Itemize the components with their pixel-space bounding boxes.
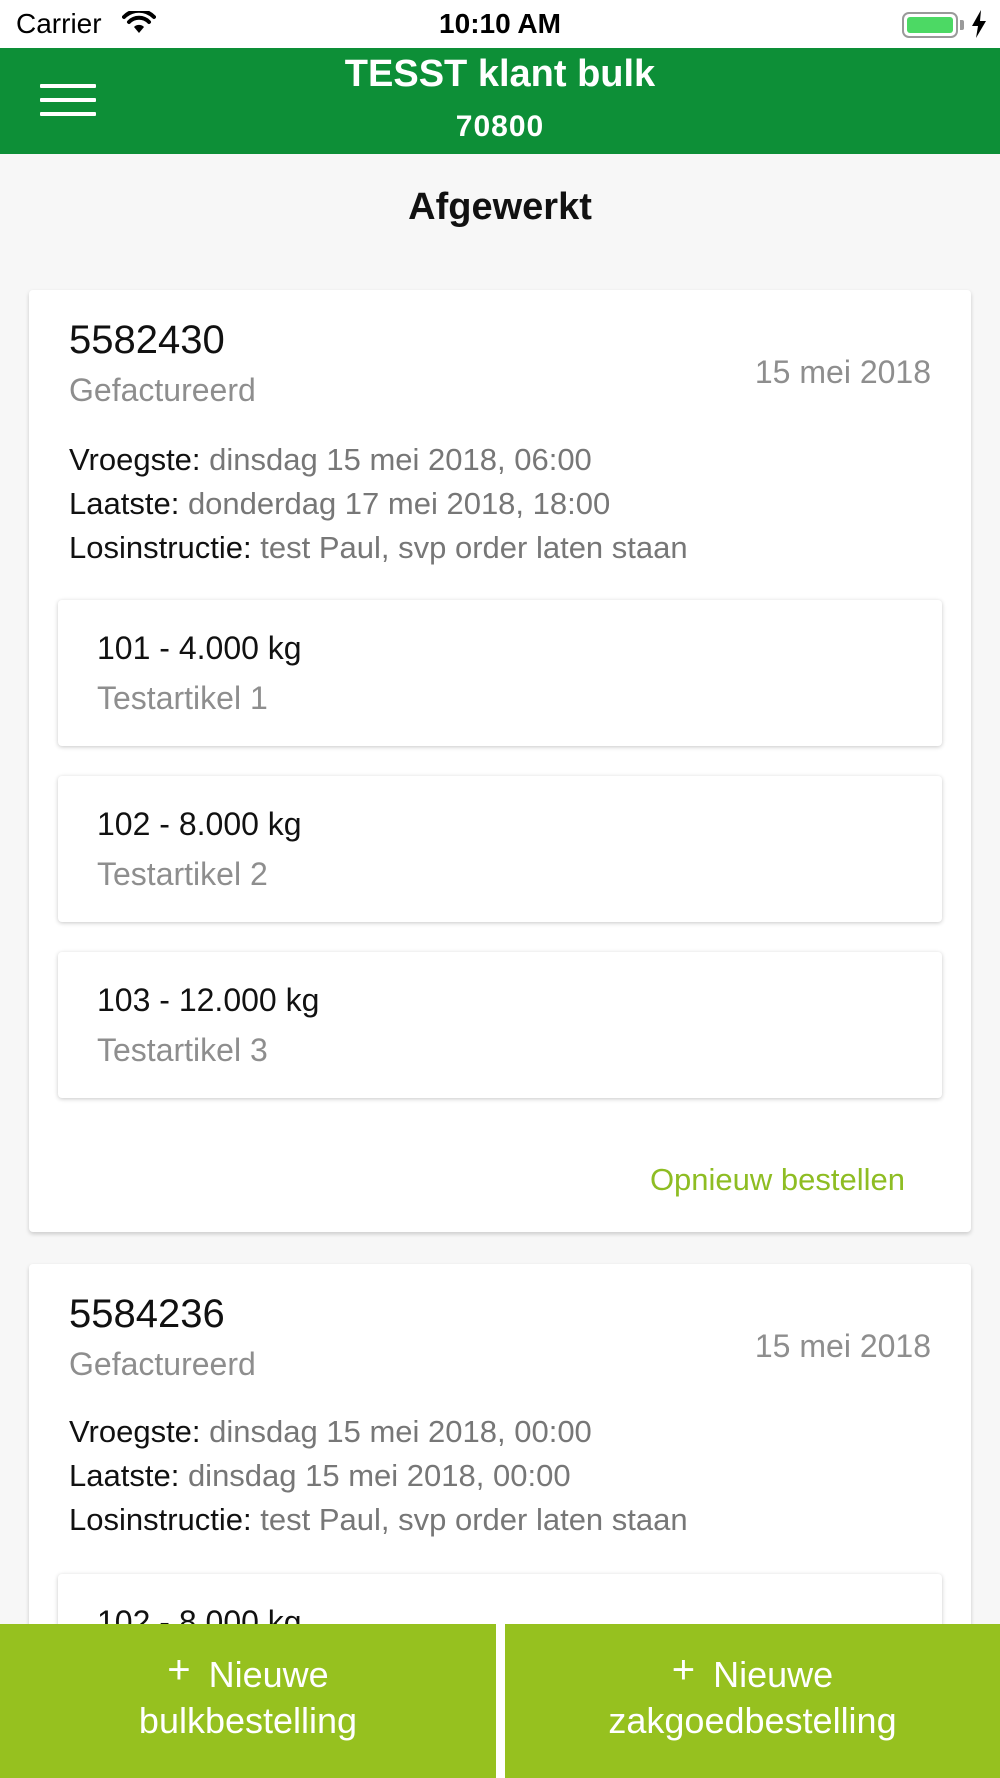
order-date: 15 mei 2018 — [754, 1328, 931, 1364]
app-header: TESST klant bulk 70800 — [0, 48, 1000, 154]
item-title: 103 - 12.000 kg — [97, 982, 320, 1018]
order-number: 5582430 — [69, 318, 225, 362]
item-name: Testartikel 2 — [97, 856, 268, 892]
order-card: 5582430 Gefactureerd 15 mei 2018 Vroegst… — [29, 290, 971, 1232]
earliest-value: dinsdag 15 mei 2018, 00:00 — [209, 1414, 592, 1449]
earliest-value: dinsdag 15 mei 2018, 06:00 — [209, 442, 592, 477]
item-name: Testartikel 1 — [97, 680, 268, 716]
unload-instruction-row: Losinstructie: test Paul, svp order late… — [69, 1502, 688, 1538]
unload-instruction-value: test Paul, svp order laten staan — [260, 530, 688, 565]
earliest-label: Vroegste: — [69, 1414, 201, 1449]
unload-instruction-row: Losinstructie: test Paul, svp order late… — [69, 530, 688, 566]
new-bag-order-line2: zakgoedbestelling — [608, 1700, 897, 1741]
item-title: 102 - 8.000 kg — [97, 806, 302, 842]
unload-instruction-value: test Paul, svp order laten staan — [260, 1502, 688, 1537]
order-item[interactable]: 103 - 12.000 kg Testartikel 3 — [58, 952, 942, 1098]
new-bulk-order-line1: Nieuwe — [208, 1654, 329, 1695]
earliest-row: Vroegste: dinsdag 15 mei 2018, 00:00 — [69, 1414, 592, 1450]
order-status: Gefactureerd — [69, 372, 256, 408]
latest-row: Laatste: donderdag 17 mei 2018, 18:00 — [69, 486, 610, 522]
item-name: Testartikel 3 — [97, 1032, 268, 1068]
item-title: 101 - 4.000 kg — [97, 630, 302, 666]
unload-instruction-label: Losinstructie: — [69, 530, 252, 565]
section-title: Afgewerkt — [408, 186, 592, 228]
section-header: Afgewerkt — [0, 154, 1000, 260]
bottom-action-bar: + Nieuwe bulkbestelling + Nieuwe zakgoedbe… — [0, 1624, 1000, 1778]
battery-tip — [960, 20, 964, 30]
customer-number: 70800 — [455, 110, 545, 143]
latest-value: donderdag 17 mei 2018, 18:00 — [187, 486, 611, 521]
new-bag-order-line1: Nieuwe — [713, 1654, 834, 1695]
order-item[interactable]: 102 - 8.000 kg Testartikel 2 — [58, 776, 942, 922]
status-time: 10:10 AM — [439, 8, 561, 39]
order-date: 15 mei 2018 — [754, 354, 931, 390]
status-bar: Carrier 10:10 AM — [0, 0, 1000, 48]
battery-icon — [902, 12, 958, 38]
charging-icon — [970, 10, 988, 43]
new-bag-order-button[interactable]: + Nieuwe zakgoedbestelling — [505, 1624, 1000, 1778]
earliest-row: Vroegste: dinsdag 15 mei 2018, 06:00 — [69, 442, 592, 478]
latest-row: Laatste: dinsdag 15 mei 2018, 00:00 — [69, 1458, 571, 1494]
order-status: Gefactureerd — [69, 1346, 256, 1382]
plus-icon: + — [671, 1648, 696, 1692]
new-bulk-order-button[interactable]: + Nieuwe bulkbestelling — [0, 1624, 496, 1778]
latest-label: Laatste: — [69, 1458, 180, 1493]
plus-icon: + — [167, 1648, 191, 1692]
latest-value: dinsdag 15 mei 2018, 00:00 — [187, 1458, 571, 1493]
earliest-label: Vroegste: — [69, 442, 201, 477]
reorder-button[interactable]: Opnieuw bestellen — [650, 1162, 905, 1198]
new-bulk-order-line2: bulkbestelling — [138, 1700, 358, 1741]
customer-name: TESST klant bulk — [344, 53, 656, 95]
latest-label: Laatste: — [69, 486, 180, 521]
unload-instruction-label: Losinstructie: — [69, 1502, 252, 1537]
order-item[interactable]: 101 - 4.000 kg Testartikel 1 — [58, 600, 942, 746]
order-number: 5584236 — [69, 1292, 225, 1336]
